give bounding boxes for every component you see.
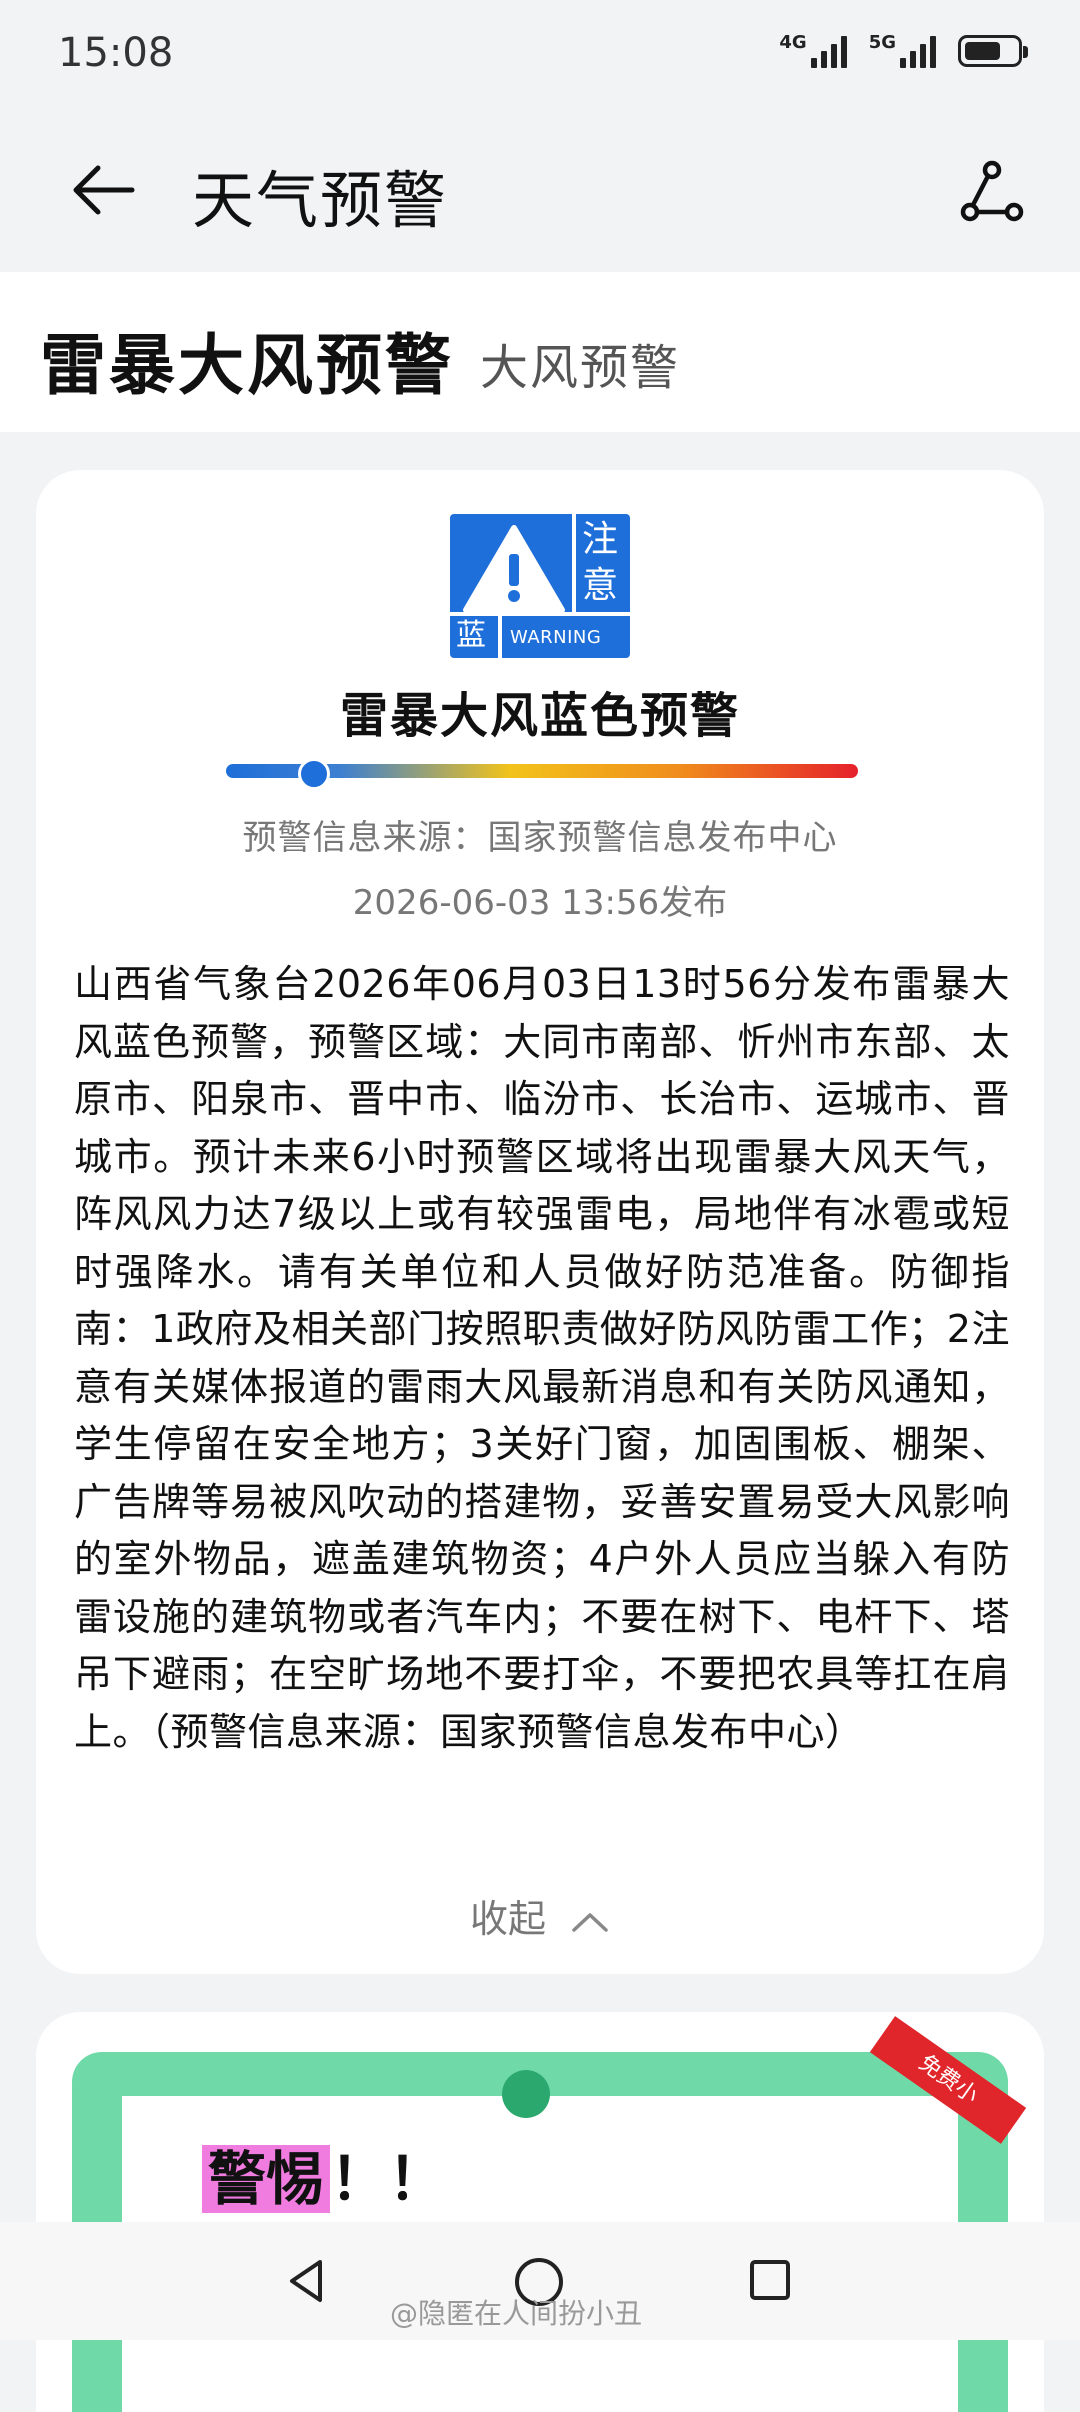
status-icons: 4G 5G: [779, 34, 1028, 68]
warning-body: 山西省气象台2026年06月03日13时56分发布雷暴大风蓝色预警，预警区域：大…: [74, 962, 1010, 1754]
collapse-button[interactable]: 收起: [36, 1888, 1044, 1943]
warning-triangle-icon: [463, 525, 565, 613]
signal-4g-icon: 4G: [779, 34, 847, 68]
warning-heading: 雷暴大风预警 大风预警: [0, 272, 1080, 432]
status-bar: 15:08 4G 5G: [0, 0, 1080, 110]
triangle-back-icon: [290, 2260, 322, 2302]
badge-char-top: 注: [582, 519, 619, 560]
app-bar: 天气预警: [0, 110, 1080, 270]
warning-type-title: 雷暴大风预警: [40, 327, 454, 404]
pin-icon: [502, 2070, 550, 2118]
warning-title: 雷暴大风蓝色预警: [339, 688, 740, 744]
warning-source: 预警信息来源：国家预警信息发布中心: [242, 818, 838, 858]
system-nav-bar: @隐匿在人间扮小丑: [0, 2222, 1080, 2340]
back-button[interactable]: [62, 148, 146, 232]
badge-color-label: 蓝: [456, 618, 486, 653]
promo-alert-text: 警惕！！: [202, 2132, 446, 2216]
warning-badge: 注 意 蓝 WARNING: [450, 514, 630, 658]
page-title: 天气预警: [192, 164, 449, 237]
warning-category: 大风预警: [480, 340, 681, 396]
nav-back-button[interactable]: [282, 2256, 332, 2306]
battery-icon: [958, 35, 1028, 67]
share-icon: [960, 160, 1024, 222]
chevron-up-icon: [572, 1912, 608, 1932]
badge-char-bottom: 意: [582, 565, 619, 606]
promo-card[interactable]: 警惕！！ 免费小: [36, 2012, 1044, 2412]
share-button[interactable]: [960, 160, 1024, 224]
collapse-label: 收起: [469, 1897, 546, 1941]
publish-time: 2026-06-03 13:56发布: [352, 883, 728, 923]
warning-card: 注 意 蓝 WARNING 雷暴大风蓝色预警 预警信息来源：国家预警信息发布中心…: [36, 470, 1044, 1974]
badge-english: WARNING: [510, 627, 602, 648]
status-time: 15:08: [58, 30, 174, 76]
warning-level-indicator: [298, 758, 330, 790]
watermark: @隐匿在人间扮小丑: [390, 2297, 643, 2330]
arrow-left-icon: [73, 165, 135, 215]
nav-recents-button[interactable]: [748, 2258, 792, 2302]
square-recents-icon: [750, 2260, 790, 2300]
signal-5g-icon: 5G: [869, 34, 936, 68]
